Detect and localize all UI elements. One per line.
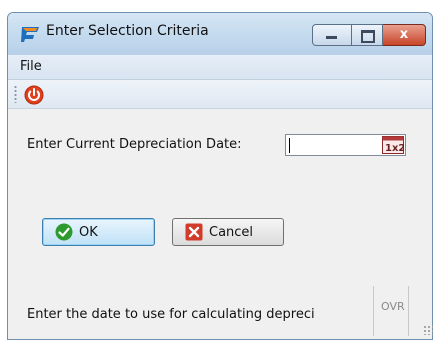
caption-buttons: x xyxy=(312,24,426,46)
status-divider xyxy=(373,286,374,336)
resize-grip-icon[interactable] xyxy=(423,325,433,335)
minimize-icon xyxy=(326,36,337,39)
close-icon: x xyxy=(399,27,409,42)
power-icon[interactable] xyxy=(24,85,44,105)
cancel-button[interactable]: Cancel xyxy=(172,218,284,246)
cancel-button-label: Cancel xyxy=(209,224,254,240)
maximize-button[interactable] xyxy=(352,24,383,46)
status-message: Enter the date to use for calculating de… xyxy=(27,307,315,322)
text-caret xyxy=(289,138,290,153)
checkmark-icon xyxy=(55,223,73,241)
depreciation-date-label: Enter Current Depreciation Date: xyxy=(27,137,242,152)
svg-text:1x2: 1x2 xyxy=(385,143,404,154)
toolbar-grip[interactable] xyxy=(14,85,17,103)
dialog-window: Enter Selection Criteria x File xyxy=(7,12,433,340)
minimize-button[interactable] xyxy=(312,24,352,46)
ok-button[interactable]: OK xyxy=(42,218,155,246)
calendar-icon[interactable]: 1x2 xyxy=(382,136,404,154)
ok-button-label: OK xyxy=(79,224,98,240)
cancel-x-icon xyxy=(185,223,203,241)
menu-item-file[interactable]: File xyxy=(20,59,42,74)
title-bar[interactable]: Enter Selection Criteria x xyxy=(8,13,432,55)
status-divider-2 xyxy=(408,286,409,336)
toolbar xyxy=(8,80,432,109)
close-button[interactable]: x xyxy=(383,24,426,46)
maximize-icon xyxy=(361,30,375,43)
menu-bar: File xyxy=(8,55,432,80)
status-ovr-indicator: OVR xyxy=(381,300,405,313)
window-title: Enter Selection Criteria xyxy=(46,23,209,39)
app-flag-icon xyxy=(21,27,39,42)
